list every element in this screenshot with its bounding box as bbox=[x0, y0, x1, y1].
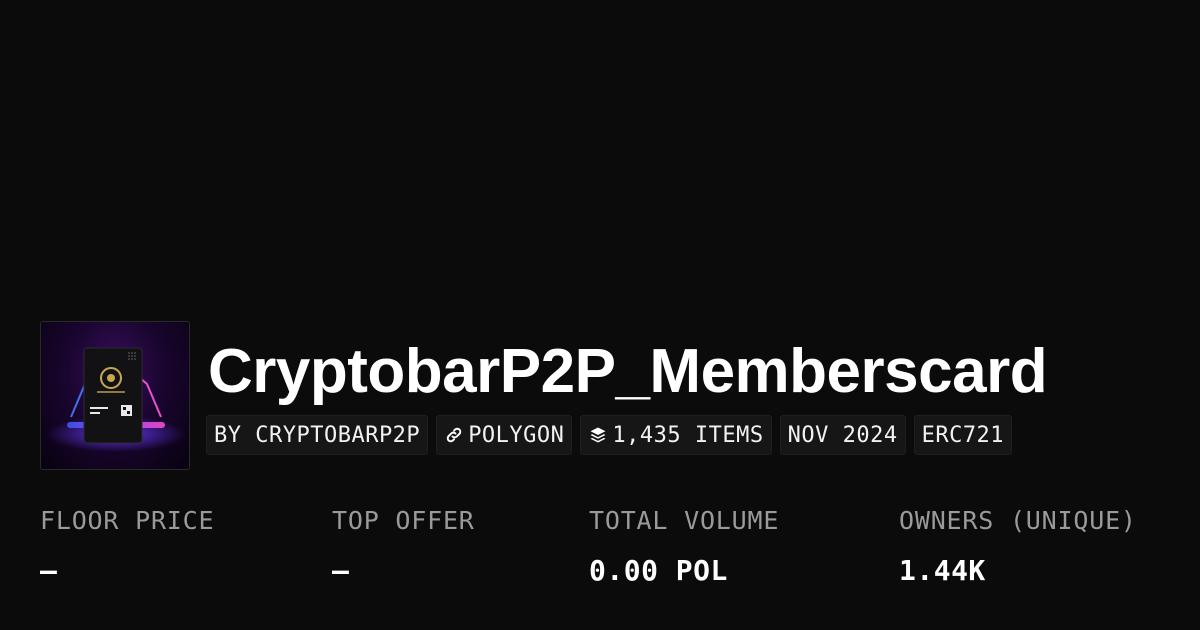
stat-label: OWNERS (UNIQUE) bbox=[899, 506, 1137, 535]
stat-value: 0.00 POL bbox=[589, 554, 728, 587]
stat-label: TOP OFFER bbox=[332, 506, 475, 535]
chain-tag[interactable]: POLYGON bbox=[436, 415, 573, 455]
collection-title: CryptobarP2P_Memberscard bbox=[208, 337, 1048, 406]
stat-total-volume: TOTAL VOLUME 0.00 POL bbox=[589, 505, 779, 588]
items-tag: 1,435 ITEMS bbox=[580, 415, 772, 455]
layers-icon bbox=[588, 425, 608, 445]
items-label: 1,435 ITEMS bbox=[612, 422, 764, 448]
date-label: NOV 2024 bbox=[787, 422, 898, 448]
collection-thumbnail[interactable] bbox=[40, 321, 190, 470]
stat-floor-price: FLOOR PRICE – bbox=[40, 505, 214, 588]
collection-header: CryptobarP2P_Memberscard BY CRYPTOBARP2P… bbox=[40, 321, 1180, 471]
chain-label: POLYGON bbox=[468, 422, 565, 448]
stat-value: 1.44K bbox=[899, 554, 986, 587]
creator-label: BY CRYPTOBARP2P bbox=[214, 422, 421, 448]
members-card-image bbox=[46, 347, 186, 452]
collection-stats: FLOOR PRICE – TOP OFFER – TOTAL VOLUME 0… bbox=[40, 505, 1180, 605]
creator-tag[interactable]: BY CRYPTOBARP2P bbox=[206, 415, 429, 455]
date-tag: NOV 2024 bbox=[779, 415, 906, 455]
standard-label: ERC721 bbox=[921, 422, 1005, 448]
stat-owners: OWNERS (UNIQUE) 1.44K bbox=[899, 505, 1137, 588]
stat-value: – bbox=[40, 554, 58, 587]
standard-tag: ERC721 bbox=[913, 415, 1013, 455]
collection-tags: BY CRYPTOBARP2P POLYGON 1,435 ITEMS NOV … bbox=[206, 415, 1013, 455]
stat-value: – bbox=[332, 554, 350, 587]
link-icon bbox=[444, 425, 464, 445]
stat-label: TOTAL VOLUME bbox=[589, 506, 780, 535]
stat-top-offer: TOP OFFER – bbox=[332, 505, 475, 588]
stat-label: FLOOR PRICE bbox=[40, 506, 215, 535]
